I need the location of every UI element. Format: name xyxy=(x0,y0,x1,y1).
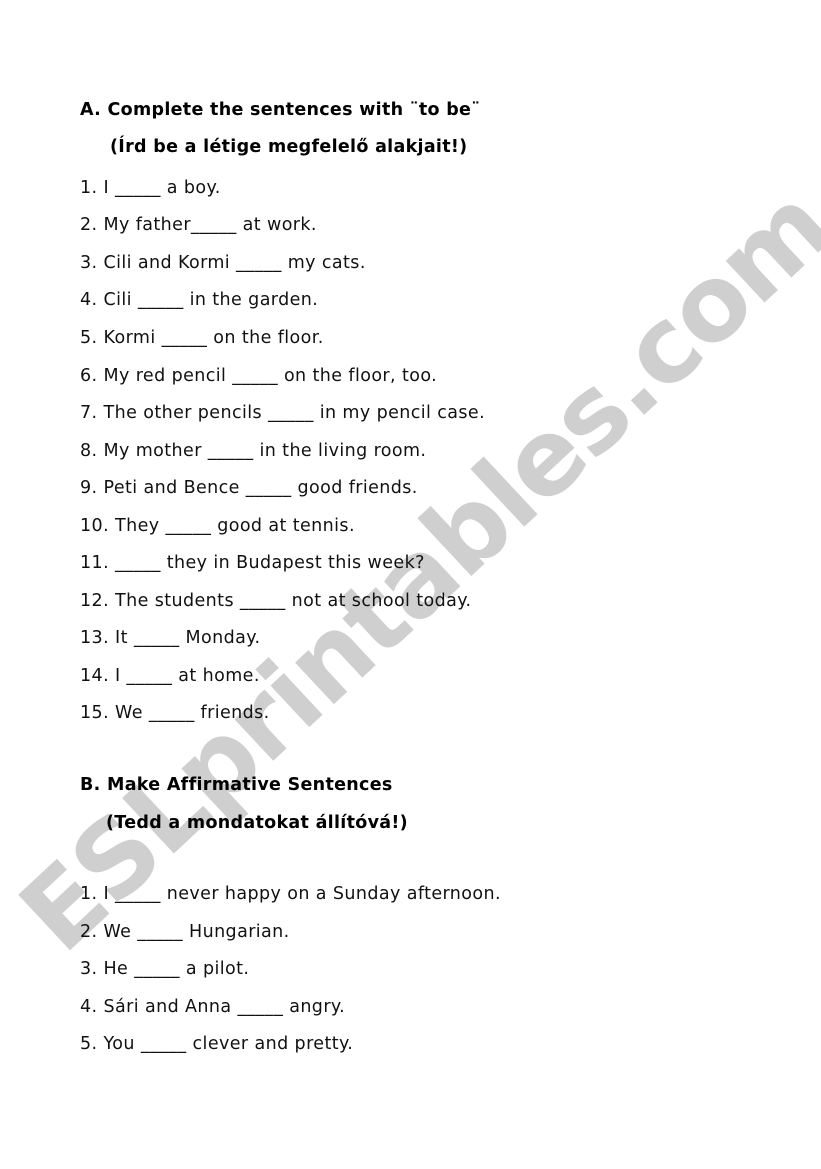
exercise-item: 4. Cili _____ in the garden. xyxy=(80,290,318,310)
item-text: I _____ never happy on a Sunday afternoo… xyxy=(103,884,501,904)
item-number: 7. xyxy=(80,403,98,423)
exercise-item: 5. You _____ clever and pretty. xyxy=(80,1034,353,1054)
item-text: Sári and Anna _____ angry. xyxy=(103,997,346,1017)
exercise-item: 3. He _____ a pilot. xyxy=(80,959,249,979)
exercise-item: 8. My mother _____ in the living room. xyxy=(80,441,426,461)
item-number: 3. xyxy=(80,959,98,979)
item-number: 12. xyxy=(80,591,110,611)
exercise-item: 11. _____ they in Budapest this week? xyxy=(80,553,425,573)
item-number: 15. xyxy=(80,703,110,723)
exercise-item: 6. My red pencil _____ on the floor, too. xyxy=(80,366,437,386)
item-number: 11. xyxy=(80,553,110,573)
item-text: Kormi _____ on the floor. xyxy=(103,328,324,348)
section-a-subtitle: (Írd be a létige megfelelő alakjait!) xyxy=(110,137,468,157)
exercise-item: 12. The students _____ not at school toda… xyxy=(80,591,472,611)
item-number: 9. xyxy=(80,478,98,498)
section-b-title: B. Make Affirmative Sentences xyxy=(80,775,393,795)
item-number: 10. xyxy=(80,516,110,536)
exercise-item: 5. Kormi _____ on the floor. xyxy=(80,328,324,348)
item-text: I _____ a boy. xyxy=(103,178,221,198)
item-number: 6. xyxy=(80,366,98,386)
item-number: 4. xyxy=(80,290,98,310)
item-text: The other pencils _____ in my pencil cas… xyxy=(103,403,486,423)
exercise-item: 15. We _____ friends. xyxy=(80,703,270,723)
item-number: 5. xyxy=(80,1034,98,1054)
item-number: 13. xyxy=(80,628,110,648)
exercise-item: 2. We _____ Hungarian. xyxy=(80,922,290,942)
item-number: 1. xyxy=(80,178,98,198)
item-text: We _____ Hungarian. xyxy=(103,922,290,942)
item-text: They _____ good at tennis. xyxy=(115,516,355,536)
item-text: My father_____ at work. xyxy=(103,215,317,235)
item-text: My red pencil _____ on the floor, too. xyxy=(103,366,438,386)
exercise-item: 14. I _____ at home. xyxy=(80,666,260,686)
section-b-subtitle: (Tedd a mondatokat állítóvá!) xyxy=(106,813,408,833)
exercise-item: 3. Cili and Kormi _____ my cats. xyxy=(80,253,366,273)
item-number: 3. xyxy=(80,253,98,273)
item-number: 8. xyxy=(80,441,98,461)
item-number: 5. xyxy=(80,328,98,348)
item-number: 2. xyxy=(80,922,98,942)
item-number: 2. xyxy=(80,215,98,235)
exercise-item: 7. The other pencils _____ in my pencil c… xyxy=(80,403,485,423)
exercise-item: 10. They _____ good at tennis. xyxy=(80,516,355,536)
exercise-item: 2. My father_____ at work. xyxy=(80,215,317,235)
exercise-item: 4. Sári and Anna _____ angry. xyxy=(80,997,345,1017)
section-a-title: A. Complete the sentences with ¨to be¨ xyxy=(80,100,481,120)
item-text: We _____ friends. xyxy=(115,703,270,723)
item-text: The students _____ not at school today. xyxy=(115,591,472,611)
item-text: I _____ at home. xyxy=(115,666,260,686)
item-number: 1. xyxy=(80,884,98,904)
item-number: 4. xyxy=(80,997,98,1017)
item-text: Cili and Kormi _____ my cats. xyxy=(103,253,366,273)
item-text: My mother _____ in the living room. xyxy=(103,441,427,461)
item-text: Cili _____ in the garden. xyxy=(103,290,319,310)
item-text: Peti and Bence _____ good friends. xyxy=(103,478,418,498)
item-text: _____ they in Budapest this week? xyxy=(115,553,425,573)
exercise-item: 13. It _____ Monday. xyxy=(80,628,260,648)
item-text: He _____ a pilot. xyxy=(103,959,250,979)
item-text: It _____ Monday. xyxy=(115,628,261,648)
item-text: You _____ clever and pretty. xyxy=(103,1034,354,1054)
exercise-item: 1. I _____ a boy. xyxy=(80,178,221,198)
exercise-item: 1. I _____ never happy on a Sunday aftern… xyxy=(80,884,501,904)
item-number: 14. xyxy=(80,666,110,686)
exercise-item: 9. Peti and Bence _____ good friends. xyxy=(80,478,418,498)
